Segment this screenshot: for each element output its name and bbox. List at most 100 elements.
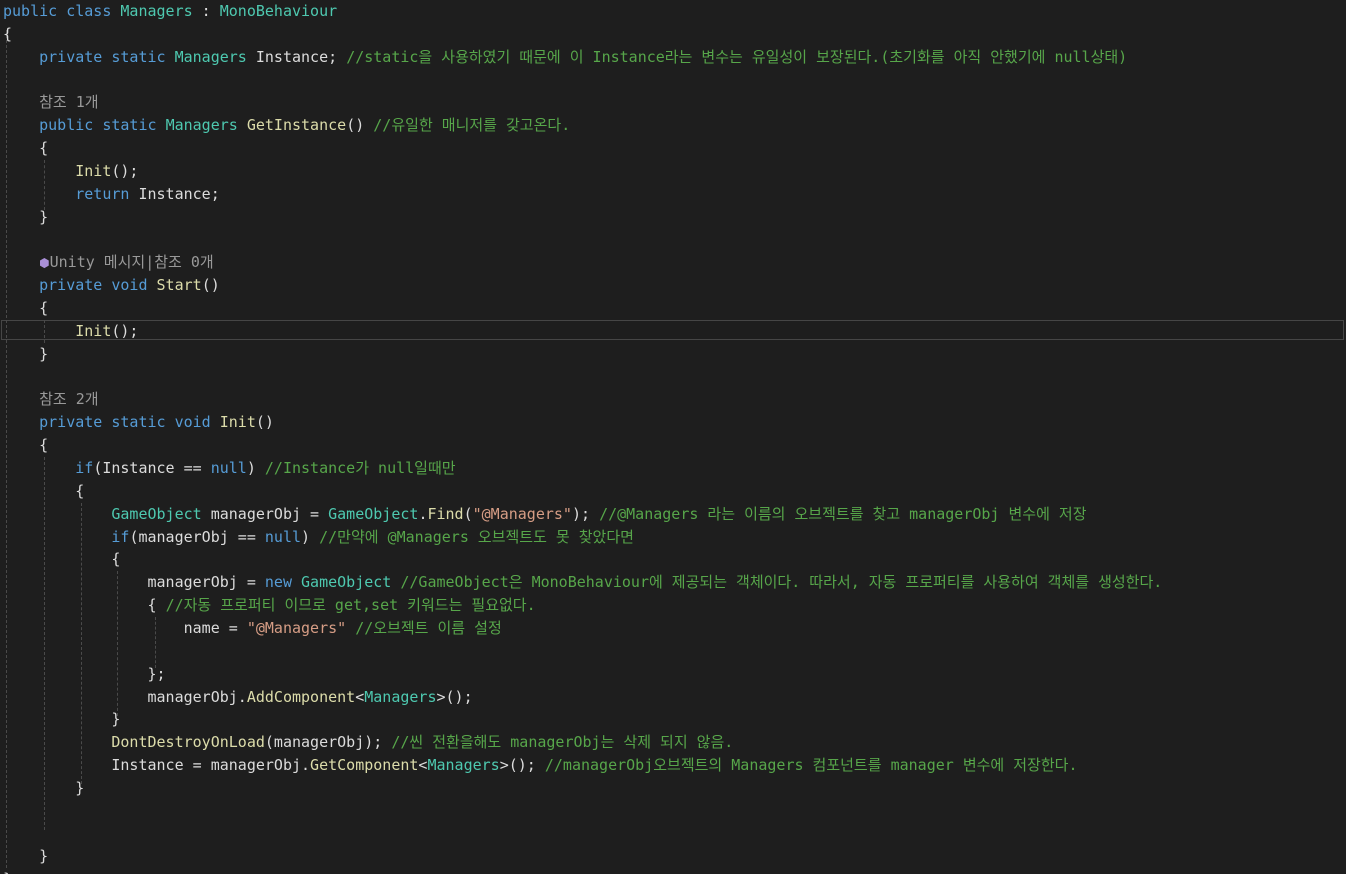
code-token: }: [3, 710, 121, 729]
code-token: //GameObject은 MonoBehaviour에 제공되는 객체이다. …: [400, 573, 1163, 592]
code-token: private static: [39, 47, 175, 66]
code-line[interactable]: if(managerObj == null) //만약에 @Managers 오…: [3, 526, 634, 549]
code-token: DontDestroyOnLoad: [111, 733, 265, 752]
code-token: //자동 프로퍼티 이므로 get,set 키워드는 필요없다.: [165, 596, 536, 615]
code-token: (managerObj);: [264, 733, 392, 752]
code-line[interactable]: GameObject managerObj = GameObject.Find(…: [3, 503, 1086, 526]
code-line[interactable]: {: [3, 434, 48, 457]
code-token: managerObj.: [3, 687, 247, 706]
code-token: {: [3, 24, 13, 43]
code-token: (managerObj ==: [129, 527, 265, 546]
code-token: Init: [75, 161, 112, 180]
code-token: Managers: [174, 47, 247, 66]
code-line[interactable]: if(Instance == null) //Instance가 null일때만: [3, 457, 456, 480]
code-token: GameObject: [111, 504, 202, 523]
code-token: //만약에 @Managers 오브젝트도 못 찾았다면: [319, 527, 634, 546]
code-token: //managerObj오브젝트의 Managers 컴포넌트를 manager…: [544, 756, 1078, 775]
code-line[interactable]: }: [3, 868, 12, 874]
code-line[interactable]: private static void Init(): [3, 411, 274, 434]
code-token: ): [246, 459, 265, 477]
code-token: AddComponent: [246, 687, 356, 706]
code-token: public static: [39, 116, 166, 135]
code-line[interactable]: Init();: [3, 160, 138, 183]
code-line[interactable]: private void Start(): [3, 274, 220, 297]
code-token: Managers: [427, 756, 500, 775]
codelens-label[interactable]: 참조 1개: [3, 93, 98, 111]
code-token: new: [264, 573, 302, 592]
code-token: }: [3, 870, 12, 874]
code-line[interactable]: { //자동 프로퍼티 이므로 get,set 키워드는 필요없다.: [3, 594, 536, 617]
code-token: //static을 사용하였기 때문에 이 Instance라는 변수는 유일성…: [346, 47, 1128, 66]
code-token: ();: [111, 161, 139, 180]
code-line[interactable]: }: [3, 708, 120, 731]
codelens-label[interactable]: [3, 253, 39, 271]
code-token: GameObject: [301, 573, 392, 592]
code-token: //씬 전환을해도 managerObj는 삭제 되지 않음.: [391, 733, 734, 752]
code-line[interactable]: }: [3, 206, 48, 229]
code-token: Instance;: [246, 47, 347, 66]
code-line[interactable]: }: [3, 845, 48, 868]
code-line[interactable]: name = "@Managers" //오브젝트 이름 설정: [3, 617, 502, 640]
code-line[interactable]: }: [3, 343, 48, 366]
code-line[interactable]: 참조 1개: [3, 91, 98, 114]
current-line-highlight: [1, 320, 1344, 340]
code-token: >();: [436, 687, 473, 706]
code-line[interactable]: public static Managers GetInstance() //유…: [3, 114, 570, 137]
code-token: {: [3, 550, 121, 569]
code-token: //Instance가 null일때만: [264, 459, 456, 477]
code-token: );: [571, 504, 600, 523]
code-line[interactable]: Init();: [3, 320, 138, 343]
code-token: MonoBehaviour: [219, 2, 338, 20]
code-line[interactable]: {: [3, 297, 48, 320]
code-line[interactable]: {: [3, 480, 84, 503]
code-token: "@Managers": [246, 618, 347, 637]
code-token: managerObj =: [3, 573, 265, 592]
code-line[interactable]: DontDestroyOnLoad(managerObj); //씬 전환을해도…: [3, 731, 733, 754]
code-line[interactable]: }: [3, 777, 84, 800]
code-line[interactable]: {: [3, 137, 48, 160]
code-token: null: [210, 459, 247, 477]
code-line[interactable]: private static Managers Instance; //stat…: [3, 46, 1127, 69]
code-token: Instance = managerObj.: [3, 756, 311, 775]
code-line[interactable]: 참조 2개: [3, 388, 98, 411]
code-token: }: [3, 778, 85, 797]
code-line[interactable]: {: [3, 548, 120, 571]
code-token: GetInstance: [246, 116, 347, 135]
code-editor[interactable]: public class Managers : MonoBehaviour{ p…: [0, 0, 1346, 874]
code-token: ();: [111, 321, 139, 340]
code-token: (): [201, 276, 220, 295]
code-token: }: [3, 847, 49, 866]
code-token: Find: [427, 504, 464, 523]
code-token: "@Managers": [472, 504, 572, 523]
codelens-label[interactable]: Unity 메시지|참조 0개: [50, 253, 214, 271]
code-line[interactable]: Instance = managerObj.GetComponent<Manag…: [3, 754, 1077, 777]
code-token: if: [75, 459, 94, 477]
code-line[interactable]: managerObj = new GameObject //GameObject…: [3, 571, 1162, 594]
code-line[interactable]: };: [3, 663, 165, 686]
code-token: Instance;: [129, 184, 220, 203]
code-token: managerObj =: [201, 504, 329, 523]
code-line[interactable]: ⬢Unity 메시지|참조 0개: [3, 251, 214, 274]
code-token: private static void: [39, 413, 220, 432]
code-token: Init: [219, 413, 256, 432]
code-token: //유일한 매니저를 갖고온다.: [373, 116, 571, 135]
code-line[interactable]: {: [3, 23, 12, 46]
code-token: {: [3, 436, 49, 455]
code-token: if: [111, 527, 130, 546]
codelens-label[interactable]: 참조 2개: [3, 390, 98, 408]
code-line[interactable]: managerObj.AddComponent<Managers>();: [3, 686, 473, 709]
code-token: name =: [3, 618, 247, 637]
code-line[interactable]: return Instance;: [3, 183, 220, 206]
code-token: (: [463, 504, 473, 523]
code-line[interactable]: public class Managers : MonoBehaviour: [3, 0, 337, 23]
code-token: private void: [39, 276, 157, 295]
